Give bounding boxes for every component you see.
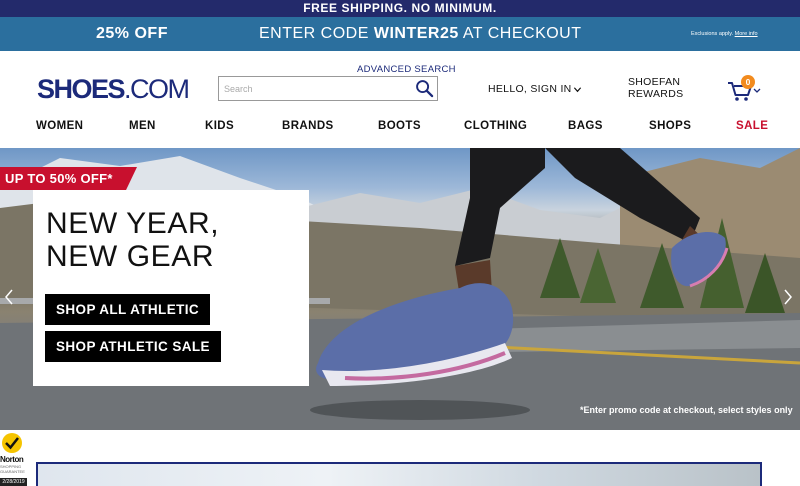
- hero-title-line-1: NEW YEAR,: [46, 207, 220, 240]
- search-input[interactable]: [219, 77, 409, 100]
- norton-date: 2/28/2019: [0, 478, 27, 486]
- main-nav: WOMEN MEN KIDS BRANDS BOOTS CLOTHING BAG…: [0, 120, 800, 140]
- checkmark-icon: [2, 433, 22, 453]
- nav-sale[interactable]: SALE: [736, 120, 768, 132]
- chevron-down-icon: [573, 87, 581, 92]
- cart-count-badge: 0: [741, 75, 755, 89]
- norton-subtitle: SHOPPING GUARANTEE: [0, 464, 25, 474]
- promo-discount: 25% OFF: [96, 25, 168, 42]
- promo-code-suffix: AT CHECKOUT: [458, 25, 582, 42]
- sign-in-menu[interactable]: HELLO, SIGN IN: [488, 83, 582, 95]
- sale-badge: UP TO 50% OFF*: [0, 167, 137, 190]
- secondary-banner[interactable]: [36, 462, 762, 486]
- hero-panel: NEW YEAR, NEW GEAR SHOP ALL ATHLETIC SHO…: [33, 190, 309, 386]
- advanced-search-link[interactable]: ADVANCED SEARCH: [357, 64, 456, 75]
- promo-fine-print: *Enter promo code at checkout, select st…: [580, 405, 793, 415]
- promo-code-prefix: ENTER CODE: [259, 25, 374, 42]
- exclusions-text: Exclusions apply.: [691, 31, 734, 37]
- nav-bags[interactable]: BAGS: [568, 120, 603, 132]
- norton-badge[interactable]: Norton SHOPPING GUARANTEE 2/28/2019: [0, 430, 27, 486]
- more-info-link[interactable]: More info: [735, 31, 758, 37]
- promo-code-text: ENTER CODE WINTER25 AT CHECKOUT: [259, 17, 582, 51]
- nav-clothing[interactable]: CLOTHING: [464, 120, 527, 132]
- shop-athletic-sale-button[interactable]: SHOP ATHLETIC SALE: [45, 331, 221, 362]
- chevron-left-icon[interactable]: [4, 289, 14, 305]
- nav-brands[interactable]: BRANDS: [282, 120, 334, 132]
- logo-suffix: .COM: [124, 74, 190, 104]
- site-logo[interactable]: SHOES.COM: [37, 74, 190, 105]
- nav-shops[interactable]: SHOPS: [649, 120, 691, 132]
- logo-main: SHOES: [37, 74, 126, 104]
- rewards-line-1: SHOEFAN: [628, 76, 681, 88]
- search-icon[interactable]: [415, 79, 434, 98]
- search-box: [218, 76, 438, 101]
- free-shipping-banner: FREE SHIPPING. NO MINIMUM.: [0, 0, 800, 17]
- hero-title: NEW YEAR, NEW GEAR: [46, 207, 219, 273]
- nav-boots[interactable]: BOOTS: [378, 120, 421, 132]
- nav-kids[interactable]: KIDS: [205, 120, 234, 132]
- hero-title-line-2: NEW GEAR: [46, 240, 215, 273]
- promo-banner[interactable]: 25% OFF ENTER CODE WINTER25 AT CHECKOUT …: [0, 17, 800, 51]
- nav-men[interactable]: MEN: [129, 120, 156, 132]
- nav-women[interactable]: WOMEN: [36, 120, 83, 132]
- chevron-right-icon[interactable]: [783, 289, 793, 305]
- rewards-line-2: REWARDS: [628, 88, 684, 100]
- promo-code: WINTER25: [373, 25, 459, 42]
- shoefan-rewards-link[interactable]: SHOEFAN REWARDS: [628, 76, 683, 100]
- site-header: SHOES.COM ADVANCED SEARCH HELLO, SIGN IN…: [0, 51, 800, 148]
- shop-all-athletic-button[interactable]: SHOP ALL ATHLETIC: [45, 294, 211, 325]
- cart-button[interactable]: 0: [727, 75, 763, 103]
- norton-brand: Norton: [0, 455, 24, 464]
- sign-in-label: HELLO, SIGN IN: [488, 83, 572, 95]
- hero-banner[interactable]: UP TO 50% OFF* NEW YEAR, NEW GEAR SHOP A…: [0, 148, 800, 430]
- promo-exclusions: Exclusions apply. More info: [691, 31, 758, 38]
